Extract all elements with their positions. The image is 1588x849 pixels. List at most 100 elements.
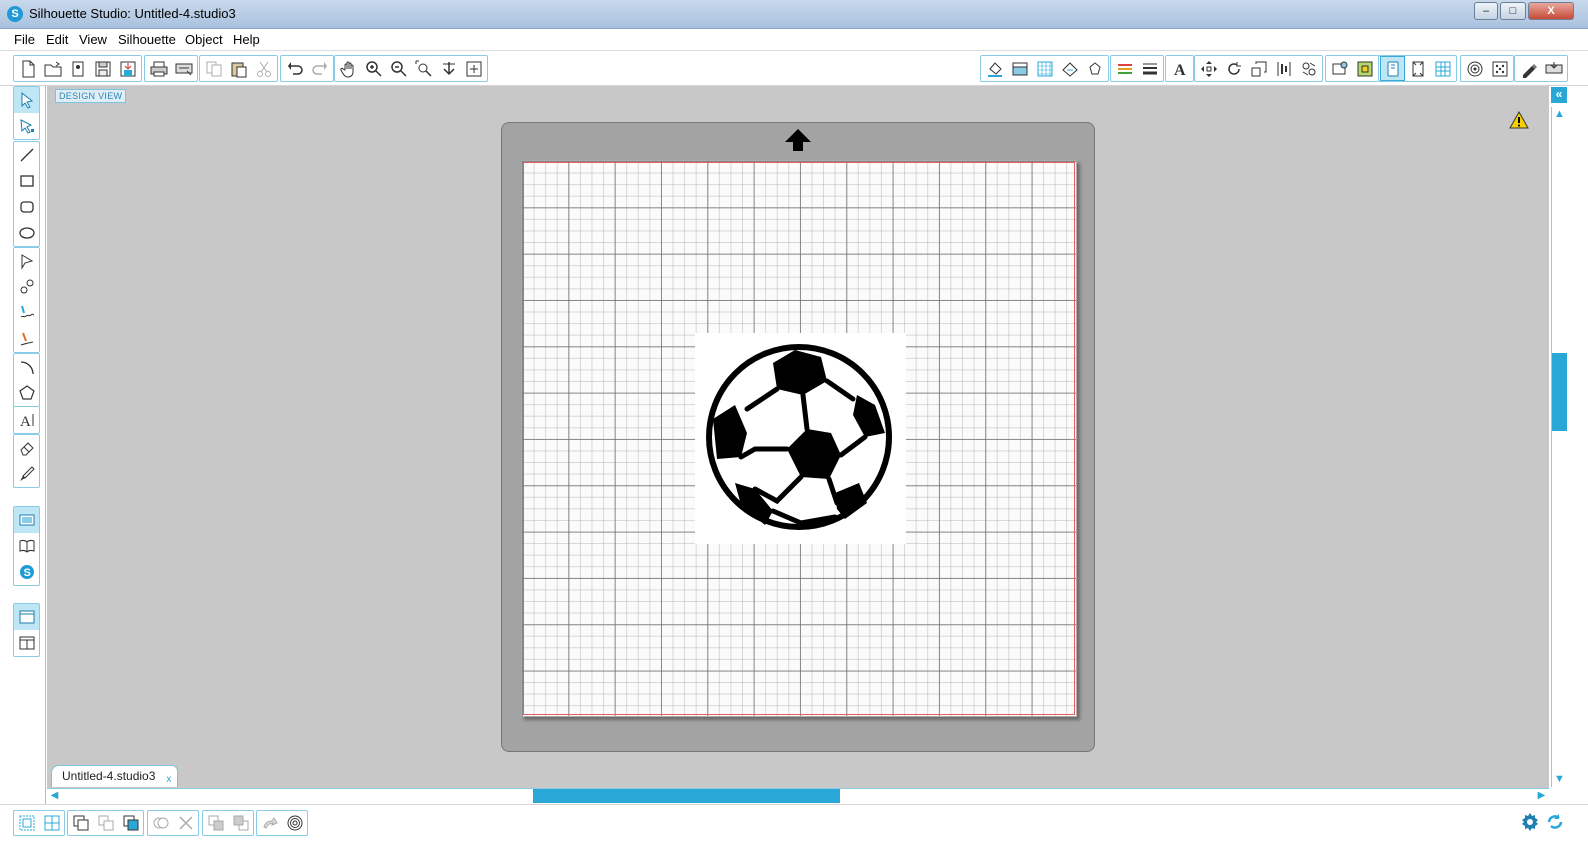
bring-to-front-icon[interactable]: [203, 811, 228, 835]
menu-file[interactable]: File: [14, 32, 35, 47]
design-canvas[interactable]: DESIGN VIEW: [47, 86, 1549, 788]
line-tool-icon[interactable]: [14, 142, 39, 168]
soccer-ball-image[interactable]: [695, 333, 906, 544]
print-cut-icon[interactable]: [171, 56, 196, 81]
menu-object[interactable]: Object: [185, 32, 223, 47]
edit-points-icon[interactable]: [14, 113, 39, 139]
single-panel-icon[interactable]: [14, 604, 39, 630]
horizontal-scrollbar[interactable]: ◀ ▶: [47, 788, 1549, 803]
settings-gear-icon[interactable]: [1520, 812, 1540, 832]
copy-icon[interactable]: [201, 56, 226, 81]
scroll-up-arrow-icon[interactable]: ▲: [1552, 107, 1567, 122]
rotate-icon[interactable]: [1221, 56, 1246, 81]
drag-zoom-icon[interactable]: [436, 56, 461, 81]
delete-icon[interactable]: [173, 811, 198, 835]
print-icon[interactable]: [146, 56, 171, 81]
split-panel-icon[interactable]: [14, 630, 39, 656]
silhouette-store-icon[interactable]: S: [14, 559, 39, 585]
vertical-scrollbar[interactable]: ▲ ▼: [1551, 107, 1567, 787]
paste-icon[interactable]: [226, 56, 251, 81]
fit-to-page-icon[interactable]: [461, 56, 486, 81]
minimize-button[interactable]: –: [1474, 2, 1498, 20]
close-tab-icon[interactable]: x: [166, 769, 171, 790]
maximize-button[interactable]: □: [1500, 2, 1526, 20]
scroll-left-arrow-icon[interactable]: ◀: [47, 789, 62, 803]
rotate-view-icon[interactable]: [257, 811, 282, 835]
save-to-library-icon[interactable]: [115, 56, 140, 81]
send-to-silhouette-icon[interactable]: [1541, 56, 1566, 81]
design-page-icon[interactable]: [14, 507, 39, 533]
registration-marks-icon[interactable]: [1352, 56, 1377, 81]
release-compound-icon[interactable]: [93, 811, 118, 835]
zoom-out-icon[interactable]: [386, 56, 411, 81]
trace-tools-group: [1460, 55, 1514, 82]
fill-pattern-icon[interactable]: [1032, 56, 1057, 81]
cut-settings-panel-icon[interactable]: [1380, 56, 1405, 81]
gradient-icon[interactable]: [1007, 56, 1032, 81]
eraser-tool-icon[interactable]: [14, 435, 39, 461]
menu-view[interactable]: View: [79, 32, 107, 47]
rounded-rectangle-tool-icon[interactable]: [14, 194, 39, 220]
fill-color-icon[interactable]: [982, 56, 1007, 81]
regular-polygon-tool-icon[interactable]: [14, 380, 39, 406]
select-arrow-icon[interactable]: [14, 87, 39, 113]
library-view-icon[interactable]: [14, 533, 39, 559]
mat-grid[interactable]: [521, 160, 1077, 717]
offset-shape-icon[interactable]: [1082, 56, 1107, 81]
menu-help[interactable]: Help: [233, 32, 260, 47]
grid-view-icon[interactable]: [1430, 56, 1455, 81]
pixscan-icon[interactable]: [1487, 56, 1512, 81]
offset-view-icon[interactable]: [282, 811, 307, 835]
cut-scissors-icon[interactable]: [251, 56, 276, 81]
replicate-icon[interactable]: [1296, 56, 1321, 81]
trace-area-icon[interactable]: [1462, 56, 1487, 81]
undo-icon[interactable]: [282, 56, 307, 81]
sync-icon[interactable]: [1545, 812, 1565, 832]
text-style-icon[interactable]: A: [1167, 56, 1192, 81]
menu-edit[interactable]: Edit: [46, 32, 68, 47]
text-style-group: A: [1165, 55, 1194, 82]
scroll-right-arrow-icon[interactable]: ▶: [1534, 789, 1549, 803]
scale-icon[interactable]: [1246, 56, 1271, 81]
ellipse-tool-icon[interactable]: [14, 220, 39, 246]
open-folder-icon[interactable]: [40, 56, 65, 81]
menu-silhouette[interactable]: Silhouette: [118, 32, 176, 47]
rectangle-tool-icon[interactable]: [14, 168, 39, 194]
close-window-button[interactable]: X: [1528, 2, 1574, 20]
page-setup-icon[interactable]: [1327, 56, 1352, 81]
pan-hand-icon[interactable]: [336, 56, 361, 81]
svg-text:A: A: [20, 414, 31, 429]
warning-icon[interactable]: [1509, 111, 1529, 129]
smooth-freehand-tool-icon[interactable]: [14, 326, 39, 352]
zoom-select-icon[interactable]: [411, 56, 436, 81]
collapse-panel-button[interactable]: «: [1551, 87, 1567, 103]
document-tab[interactable]: Untitled-4.studio3 x: [51, 765, 179, 790]
curve-tool-icon[interactable]: [14, 274, 39, 300]
library-icon[interactable]: [65, 56, 90, 81]
send-to-back-icon[interactable]: [228, 811, 253, 835]
polygon-tool-icon[interactable]: [14, 248, 39, 274]
weld-icon[interactable]: [148, 811, 173, 835]
align-icon[interactable]: [1271, 56, 1296, 81]
line-color-icon[interactable]: [1112, 56, 1137, 81]
group-icon[interactable]: [14, 811, 39, 835]
horizontal-scroll-thumb[interactable]: [533, 789, 840, 803]
arc-tool-icon[interactable]: [14, 354, 39, 380]
text-tool-icon[interactable]: A: [14, 407, 39, 433]
bring-forward-icon[interactable]: [118, 811, 143, 835]
line-style-icon[interactable]: [1137, 56, 1162, 81]
redo-icon[interactable]: [307, 56, 332, 81]
vertical-scroll-thumb[interactable]: [1552, 353, 1567, 431]
sketch-icon[interactable]: [1057, 56, 1082, 81]
knife-tool-icon[interactable]: [14, 461, 39, 487]
zoom-in-icon[interactable]: [361, 56, 386, 81]
scroll-down-arrow-icon[interactable]: ▼: [1552, 772, 1567, 787]
grid-settings-icon[interactable]: [1405, 56, 1430, 81]
freehand-tool-icon[interactable]: [14, 300, 39, 326]
cut-settings-icon[interactable]: [1516, 56, 1541, 81]
new-document-icon[interactable]: [15, 56, 40, 81]
ungroup-icon[interactable]: [39, 811, 64, 835]
make-compound-icon[interactable]: [68, 811, 93, 835]
save-icon[interactable]: [90, 56, 115, 81]
transform-icon[interactable]: [1196, 56, 1221, 81]
